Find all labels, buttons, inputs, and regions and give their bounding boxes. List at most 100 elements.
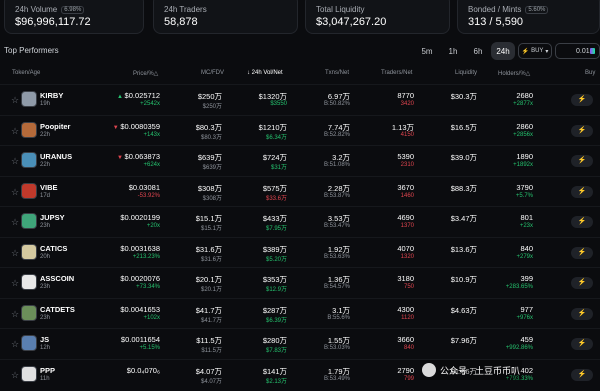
table-row[interactable]: ☆ URANUS 22h ▼ $0.063873 +624x $639万 $63… xyxy=(0,145,600,175)
column-txns[interactable]: Txns/Net xyxy=(325,70,349,76)
stat-value: $3,047,267.20 xyxy=(316,16,387,28)
volume-net: $31万 xyxy=(270,165,287,171)
traders-net: 1460 xyxy=(400,192,414,199)
star-icon[interactable]: ☆ xyxy=(11,248,19,259)
price-change: -53.92% xyxy=(137,192,160,199)
token-age: 23h xyxy=(40,314,51,321)
table-row[interactable]: ☆ Poopiter 22h ▼ $0.0080359 +143x $80.3万… xyxy=(0,114,600,145)
token-name[interactable]: CATICS xyxy=(40,244,67,253)
token-price: $0.0031638 xyxy=(120,243,160,253)
token-name[interactable]: CATDETS xyxy=(40,305,75,314)
quick-buy-button[interactable]: ⚡ xyxy=(571,277,593,289)
holders: 2860 xyxy=(516,121,533,131)
column-mc[interactable]: MC/FDV xyxy=(201,70,224,76)
holders-change: +2856x xyxy=(513,131,533,138)
column-buy: Buy xyxy=(585,70,596,76)
column-volume[interactable]: ↓ 24h Vol/Net xyxy=(247,70,283,76)
quick-buy-button[interactable]: ⚡ xyxy=(571,124,593,137)
star-icon[interactable]: ☆ xyxy=(11,278,19,289)
watermark: 公众号 · 土豆币币叭 xyxy=(420,360,522,380)
volume-net: $5.20万 xyxy=(265,256,287,263)
token-age: 22h xyxy=(40,131,51,138)
quick-buy-button[interactable]: ⚡ xyxy=(571,185,593,198)
timeframe-1h[interactable]: 1h xyxy=(442,42,464,60)
token-age: 22h xyxy=(40,162,51,168)
star-icon[interactable]: ☆ xyxy=(11,370,19,381)
timeframe-24h[interactable]: 24h xyxy=(491,42,515,60)
fdv: $250万 xyxy=(202,104,222,110)
quick-buy-button[interactable]: ⚡ xyxy=(571,155,593,167)
token-logo xyxy=(21,91,37,107)
lightning-icon: ⚡ xyxy=(577,96,587,103)
token-logo xyxy=(21,152,37,168)
token-name[interactable]: VIBE xyxy=(40,183,58,192)
holders: 1890 xyxy=(516,152,533,161)
holders: 801 xyxy=(520,213,533,222)
star-icon[interactable]: ☆ xyxy=(11,339,19,350)
price-change: +624x xyxy=(143,162,160,168)
traders: 3660 xyxy=(397,335,414,344)
liquidity: $39.0万 xyxy=(450,153,477,162)
star-icon[interactable]: ☆ xyxy=(11,309,19,320)
liquidity: $16.5万 xyxy=(450,122,477,132)
token-price: $0.0011654 xyxy=(120,335,160,344)
column-token[interactable]: Token/Age xyxy=(12,70,40,76)
star-icon[interactable]: ☆ xyxy=(11,217,19,228)
timeframe-6h[interactable]: 6h xyxy=(467,42,489,60)
column-liquidity[interactable]: Liquidity xyxy=(455,70,477,76)
quick-buy-button[interactable]: ⚡ xyxy=(571,307,593,320)
token-name[interactable]: JS xyxy=(40,335,49,344)
table-row[interactable]: ☆ JS 12h $0.0011654 +5.15% $11.5万 $11.5万… xyxy=(0,328,600,358)
table-row[interactable]: ☆ KIRBY 19h ▲ $0.025712 +2542x $250万 $25… xyxy=(0,84,600,114)
stat-badge: 5.60% xyxy=(525,5,549,14)
stat-card-liquidity: Total Liquidity $3,047,267.20 xyxy=(305,0,450,34)
token-name[interactable]: URANUS xyxy=(40,152,72,161)
token-age: 17d xyxy=(40,192,51,199)
price-trend-icon: ▲ xyxy=(116,94,125,100)
lightning-icon: ⚡ xyxy=(577,126,587,134)
star-icon[interactable]: ☆ xyxy=(11,126,19,137)
lightning-icon: ⚡ xyxy=(577,370,587,378)
token-price: $0.0041653 xyxy=(120,304,160,314)
stat-value: 313 / 5,590 xyxy=(468,16,524,28)
star-icon[interactable]: ☆ xyxy=(11,187,19,198)
token-logo xyxy=(21,182,37,199)
fdv: $80.3万 xyxy=(200,134,222,141)
star-icon[interactable]: ☆ xyxy=(11,95,19,106)
lightning-icon: ⚡ xyxy=(577,248,587,256)
column-price[interactable]: Price/%△ xyxy=(133,70,158,77)
timeframe-5m[interactable]: 5m xyxy=(416,42,438,60)
stats-bar: 24h Volume 6.98% $96,996,117.72 24h Trade… xyxy=(0,0,600,34)
volume-net: $3550 xyxy=(270,101,287,107)
star-icon[interactable]: ☆ xyxy=(11,156,19,167)
quick-buy-button[interactable]: ⚡ xyxy=(571,94,593,106)
txns-net: B:51.08% xyxy=(323,162,350,168)
traders-net: 799 xyxy=(403,375,414,382)
quick-buy-button[interactable]: ⚡ xyxy=(571,338,593,350)
column-holders[interactable]: Holders/%△ xyxy=(498,70,530,77)
table-row[interactable]: ☆ VIBE 17d $0.03081 -53.92% $308万 $308万 … xyxy=(0,175,600,206)
buy-amount-input[interactable]: 0.01 xyxy=(555,43,600,59)
lightning-icon: ⚡ xyxy=(577,187,587,195)
quick-buy-button[interactable]: ⚡ xyxy=(571,246,593,259)
token-name[interactable]: ASSCOIN xyxy=(40,274,74,283)
fdv: $4.07万 xyxy=(200,378,222,385)
stat-card-volume: 24h Volume 6.98% $96,996,117.72 xyxy=(4,0,144,34)
table-row[interactable]: ☆ ASSCOIN 23h $0.0020076 +73.34% $20.1万 … xyxy=(0,267,600,297)
token-name[interactable]: JUPSY xyxy=(40,213,65,222)
price-change: +213.23% xyxy=(132,253,160,260)
table-row[interactable]: ☆ JUPSY 23h $0.0020199 +20x $15.1万 $15.1… xyxy=(0,206,600,236)
column-traders[interactable]: Traders/Net xyxy=(381,70,412,76)
token-name[interactable]: KIRBY xyxy=(40,91,63,100)
lightning-icon: ⚡ xyxy=(577,309,587,317)
token-name[interactable]: Poopiter xyxy=(40,122,70,131)
txns-net: B:54.57% xyxy=(323,284,350,290)
quick-buy-button[interactable]: ⚡ xyxy=(571,216,593,228)
table-row[interactable]: ☆ CATICS 20h $0.0031638 +213.23% $31.6万 … xyxy=(0,236,600,267)
table-row[interactable]: ☆ CATDETS 23h $0.0041653 +102x $41.7万 $4… xyxy=(0,297,600,328)
traders: 4690 xyxy=(397,213,414,222)
buy-mode-dropdown[interactable]: ⚡ BUY ▾ xyxy=(518,43,552,59)
traders-net: 2310 xyxy=(400,162,414,168)
token-name[interactable]: PPP xyxy=(40,366,55,375)
quick-buy-button[interactable]: ⚡ xyxy=(571,368,593,381)
